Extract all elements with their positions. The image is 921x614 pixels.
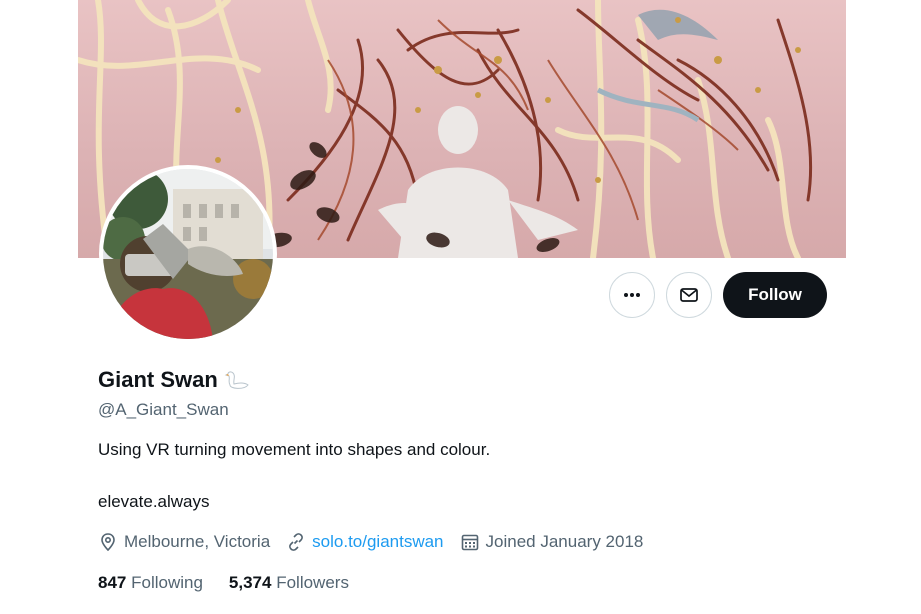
- location-item: Melbourne, Victoria: [98, 532, 270, 552]
- location-text: Melbourne, Victoria: [124, 532, 271, 551]
- follow-button[interactable]: Follow: [723, 272, 827, 318]
- message-button[interactable]: [666, 272, 712, 318]
- following-count: 847: [98, 573, 127, 592]
- website-link[interactable]: solo.to/giantswan: [312, 532, 443, 552]
- following-stat[interactable]: 847 Following: [98, 573, 203, 593]
- link-icon: [289, 533, 304, 551]
- calendar-icon: [461, 534, 478, 551]
- profile-card: Follow Giant Swan @A_Giant_Swan Using VR…: [78, 0, 846, 614]
- location-pin-icon: [101, 533, 115, 552]
- display-name: Giant Swan: [98, 367, 218, 392]
- follow-stats: 847 Following 5,374 Followers: [98, 573, 375, 593]
- website-item: solo.to/giantswan: [286, 532, 444, 552]
- followers-count: 5,374: [228, 573, 272, 592]
- profile-meta: Melbourne, Victoria solo.to/giantswan Jo…: [98, 532, 659, 552]
- more-options-button[interactable]: [609, 272, 655, 318]
- followers-label: Followers: [276, 573, 349, 592]
- username-handle: @A_Giant_Swan: [98, 400, 229, 419]
- avatar-photo: [103, 169, 273, 339]
- joined-text: Joined January 2018: [485, 532, 644, 551]
- envelope-icon: [680, 288, 698, 302]
- followers-stat[interactable]: 5,374 Followers: [229, 573, 349, 593]
- profile-avatar[interactable]: [99, 165, 277, 343]
- name-row: Giant Swan: [98, 367, 250, 393]
- profile-tagline: elevate.always: [98, 492, 210, 511]
- following-label: Following: [131, 573, 203, 592]
- profile-bio: Using VR turning movement into shapes an…: [98, 440, 491, 459]
- joined-item: Joined January 2018: [460, 532, 644, 552]
- swan-emoji: [224, 371, 249, 389]
- more-horizontal-icon: [624, 293, 640, 297]
